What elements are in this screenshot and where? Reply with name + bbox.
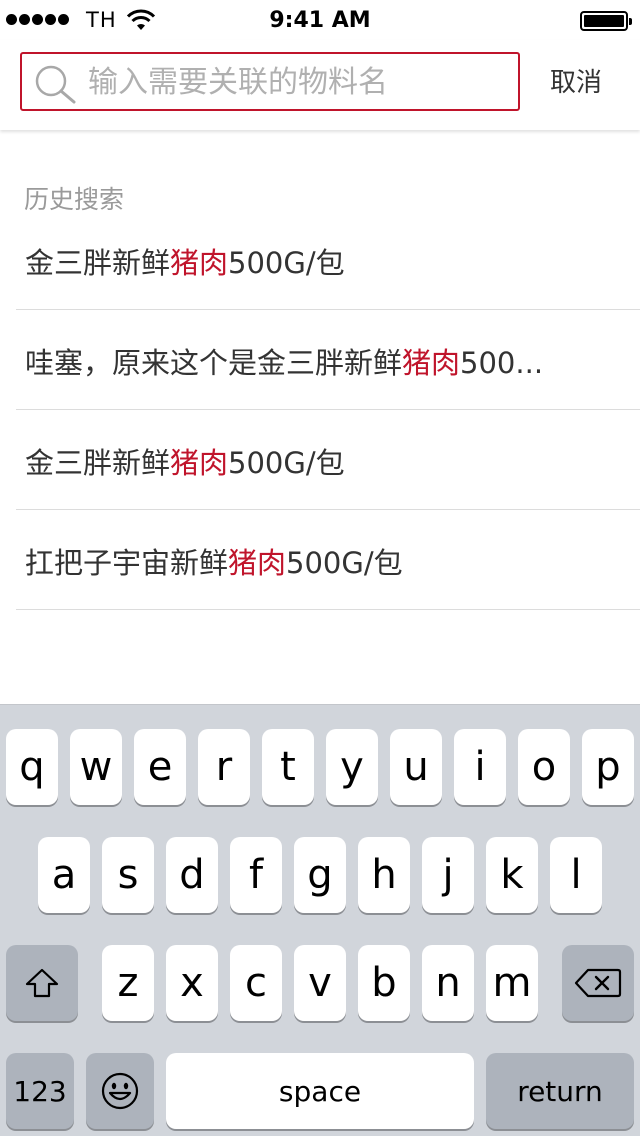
key-y[interactable]: y: [326, 729, 378, 805]
search-box[interactable]: [20, 52, 520, 111]
status-bar: TH 9:41 AM: [0, 0, 640, 40]
status-time: 9:41 AM: [269, 8, 371, 33]
search-header: 取消: [0, 40, 640, 130]
key-x[interactable]: x: [166, 945, 218, 1021]
search-icon: [35, 65, 76, 104]
keyboard: q w e r t y u i o p a s d f g h j k l z …: [0, 704, 640, 1136]
key-m[interactable]: m: [486, 945, 538, 1021]
key-w[interactable]: w: [70, 729, 122, 805]
history-item-text: 金三胖新鲜猪肉500G/包: [25, 246, 345, 280]
battery-icon: [580, 11, 632, 31]
key-g[interactable]: g: [294, 837, 346, 913]
history-item[interactable]: 金三胖新鲜猪肉500G/包: [16, 210, 640, 310]
search-input[interactable]: [88, 60, 508, 104]
key-o[interactable]: o: [518, 729, 570, 805]
emoji-icon: [101, 1072, 139, 1110]
delete-icon: [574, 968, 622, 998]
key-f[interactable]: f: [230, 837, 282, 913]
key-h[interactable]: h: [358, 837, 410, 913]
history-item[interactable]: 金三胖新鲜猪肉500G/包: [16, 410, 640, 510]
return-key[interactable]: return: [486, 1053, 634, 1129]
cancel-button[interactable]: 取消: [550, 62, 602, 99]
highlight-keyword: 猪肉: [170, 246, 229, 280]
highlight-keyword: 猪肉: [402, 346, 461, 380]
delete-key[interactable]: [562, 945, 634, 1021]
key-q[interactable]: q: [6, 729, 58, 805]
key-r[interactable]: r: [198, 729, 250, 805]
key-u[interactable]: u: [390, 729, 442, 805]
key-i[interactable]: i: [454, 729, 506, 805]
key-j[interactable]: j: [422, 837, 474, 913]
key-c[interactable]: c: [230, 945, 282, 1021]
numbers-key[interactable]: 123: [6, 1053, 74, 1129]
key-v[interactable]: v: [294, 945, 346, 1021]
history-item[interactable]: 哇塞，原来这个是金三胖新鲜猪肉500...: [16, 310, 640, 410]
key-p[interactable]: p: [582, 729, 634, 805]
history-item-text: 金三胖新鲜猪肉500G/包: [25, 446, 345, 480]
key-s[interactable]: s: [102, 837, 154, 913]
key-e[interactable]: e: [134, 729, 186, 805]
shift-key[interactable]: [6, 945, 78, 1021]
highlight-keyword: 猪肉: [170, 446, 229, 480]
history-list: 金三胖新鲜猪肉500G/包 哇塞，原来这个是金三胖新鲜猪肉500... 金三胖新…: [0, 210, 640, 610]
space-key[interactable]: space: [166, 1053, 474, 1129]
history-item-text: 扛把子宇宙新鲜猪肉500G/包: [25, 546, 403, 580]
key-d[interactable]: d: [166, 837, 218, 913]
history-item-text: 哇塞，原来这个是金三胖新鲜猪肉500...: [25, 346, 544, 380]
key-b[interactable]: b: [358, 945, 410, 1021]
key-n[interactable]: n: [422, 945, 474, 1021]
key-a[interactable]: a: [38, 837, 90, 913]
emoji-key[interactable]: [86, 1053, 154, 1129]
key-l[interactable]: l: [550, 837, 602, 913]
key-t[interactable]: t: [262, 729, 314, 805]
history-item[interactable]: 扛把子宇宙新鲜猪肉500G/包: [16, 510, 640, 610]
key-k[interactable]: k: [486, 837, 538, 913]
highlight-keyword: 猪肉: [228, 546, 287, 580]
shift-icon: [25, 968, 59, 998]
key-z[interactable]: z: [102, 945, 154, 1021]
